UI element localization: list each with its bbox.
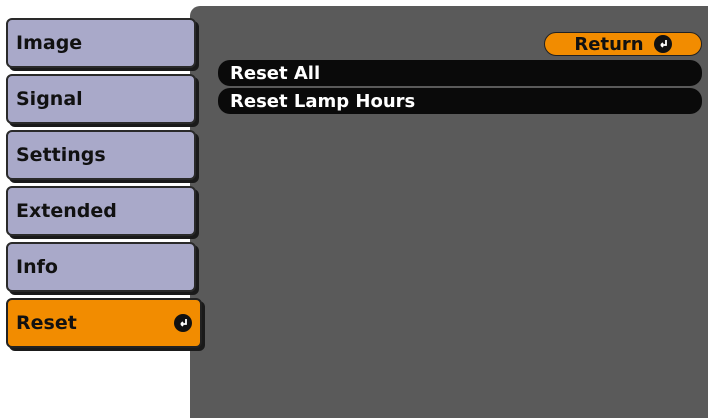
- tab-settings[interactable]: Settings: [6, 130, 196, 180]
- tab-label: Reset: [16, 312, 77, 334]
- tab-label: Info: [16, 256, 58, 278]
- tab-label: Settings: [16, 144, 106, 166]
- menu-item-label: Reset All: [230, 62, 321, 84]
- menu-item-label: Reset Lamp Hours: [230, 90, 416, 112]
- tab-label: Extended: [16, 200, 117, 222]
- reset-lamp-hours-item[interactable]: Reset Lamp Hours: [218, 88, 702, 114]
- tab-image[interactable]: Image: [6, 18, 196, 68]
- tab-extended[interactable]: Extended: [6, 186, 196, 236]
- tab-signal[interactable]: Signal: [6, 74, 196, 124]
- tab-info[interactable]: Info: [6, 242, 196, 292]
- tab-label: Signal: [16, 88, 83, 110]
- tab-reset[interactable]: Reset: [6, 298, 202, 348]
- enter-icon: [174, 314, 192, 332]
- reset-all-item[interactable]: Reset All: [218, 60, 702, 86]
- return-label: Return: [574, 33, 644, 55]
- enter-icon: [653, 35, 672, 53]
- tab-label: Image: [16, 32, 83, 54]
- return-button[interactable]: Return: [544, 32, 702, 56]
